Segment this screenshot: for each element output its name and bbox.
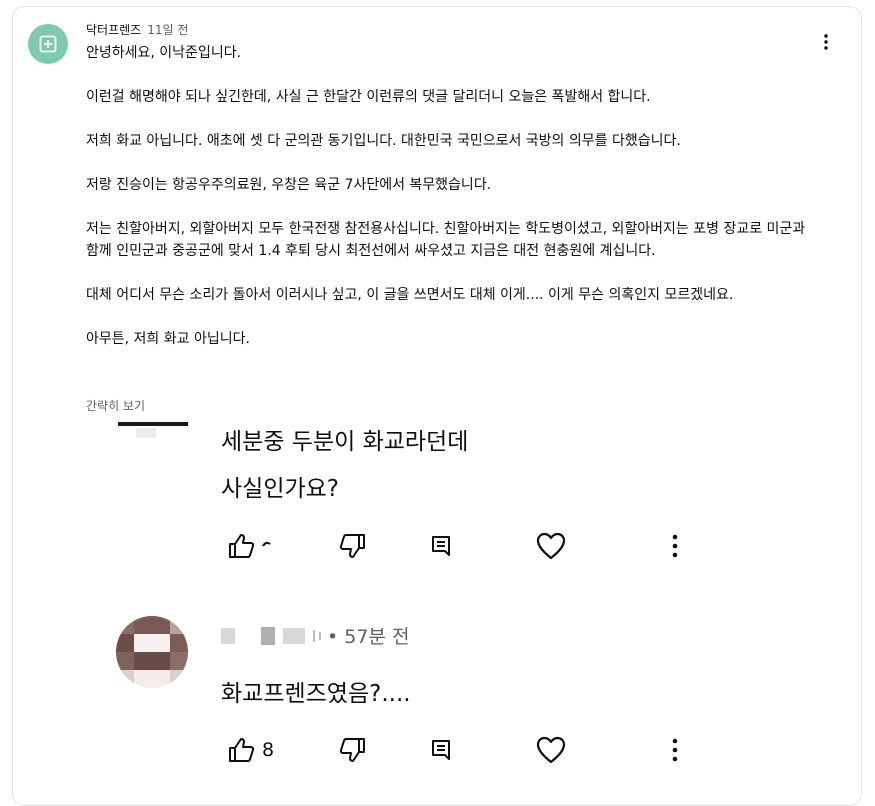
more-options-button[interactable] [814,30,838,54]
comment-paragraph: 대체 어디서 무슨 소리가 돌아서 이러시나 싶고, 이 글을 쓰면서도 대체 … [86,287,734,303]
dislike-button[interactable] [338,529,366,563]
reply-time[interactable]: • 57분 전 [327,622,409,649]
comment-text: 안녕하세요, 이낙준입니다. 이런걸 해명해야 되나 싶긴한데, 사실 근 한달… [86,42,816,372]
blurred-username [283,627,305,644]
show-less-link[interactable]: 간략히 보기 [86,397,145,414]
embedded-screenshot: 세분중 두분이 화교라던데 사실인가요? • 57분 전 화교프렌즈였음?...… [110,418,730,796]
cropped-avatar-edge [118,422,188,426]
like-button[interactable] [228,529,274,563]
blurred-username [261,626,275,645]
comment-icon [432,536,450,556]
thumb-up-icon [229,534,255,558]
comment-icon [432,740,450,760]
reply-button[interactable] [430,529,452,563]
thumb-down-icon [339,738,365,762]
comment-time[interactable]: 11일 전 [147,23,188,37]
reply-avatar[interactable] [116,616,188,688]
heart-button[interactable] [536,529,566,563]
more-vertical-icon [672,534,678,558]
heart-icon [536,736,566,764]
comment-paragraph: 저는 친할아버지, 외할아버지 모두 한국전쟁 참전용사십니다. 친할아버지는 … [86,221,806,259]
blurred-username [313,629,315,642]
cropped-count [262,541,271,547]
comment-paragraph: 아무튼, 저희 화교 아닙니다. [86,331,250,347]
comment-paragraph: 저희 화교 아닙니다. 애초에 셋 다 군의관 동기입니다. 대한민국 국민으로… [86,133,681,149]
blurred-username [319,631,321,640]
embedded-comment-line2: 사실인가요? [221,476,340,502]
embedded-comment-line1: 세분중 두분이 화교라던데 [221,429,469,455]
reply-header: • 57분 전 [221,622,409,649]
pixelated-avatar-image [116,616,188,688]
reply-button[interactable] [430,733,452,767]
cropped-avatar-edge [136,428,156,438]
comment-author[interactable]: 닥터프렌즈 [86,23,141,37]
comment-paragraph: 안녕하세요, 이낙준입니다. [86,45,242,61]
channel-avatar[interactable] [28,24,68,64]
more-vertical-icon [824,34,828,50]
more-vertical-icon [672,738,678,762]
thumb-up-icon [229,738,255,762]
like-button[interactable]: 8 [228,733,274,767]
more-options-button[interactable] [672,733,678,767]
comment-paragraph: 이런걸 해명해야 되나 싶긴한데, 사실 근 한달간 이런류의 댓글 달리더니 … [86,89,651,105]
dislike-button[interactable] [338,733,366,767]
blurred-username [221,627,235,644]
reply-text: 화교프렌즈였음?.... [221,681,411,707]
heart-button[interactable] [536,733,566,767]
comment-header: 닥터프렌즈 11일 전 [86,21,188,38]
comment-paragraph: 저랑 진승이는 항공우주의료원, 우창은 육군 7사단에서 복무했습니다. [86,177,492,193]
thumb-down-icon [339,534,365,558]
like-count: 8 [262,739,275,761]
more-options-button[interactable] [672,529,678,563]
add-box-icon [39,35,57,53]
heart-icon [536,532,566,560]
